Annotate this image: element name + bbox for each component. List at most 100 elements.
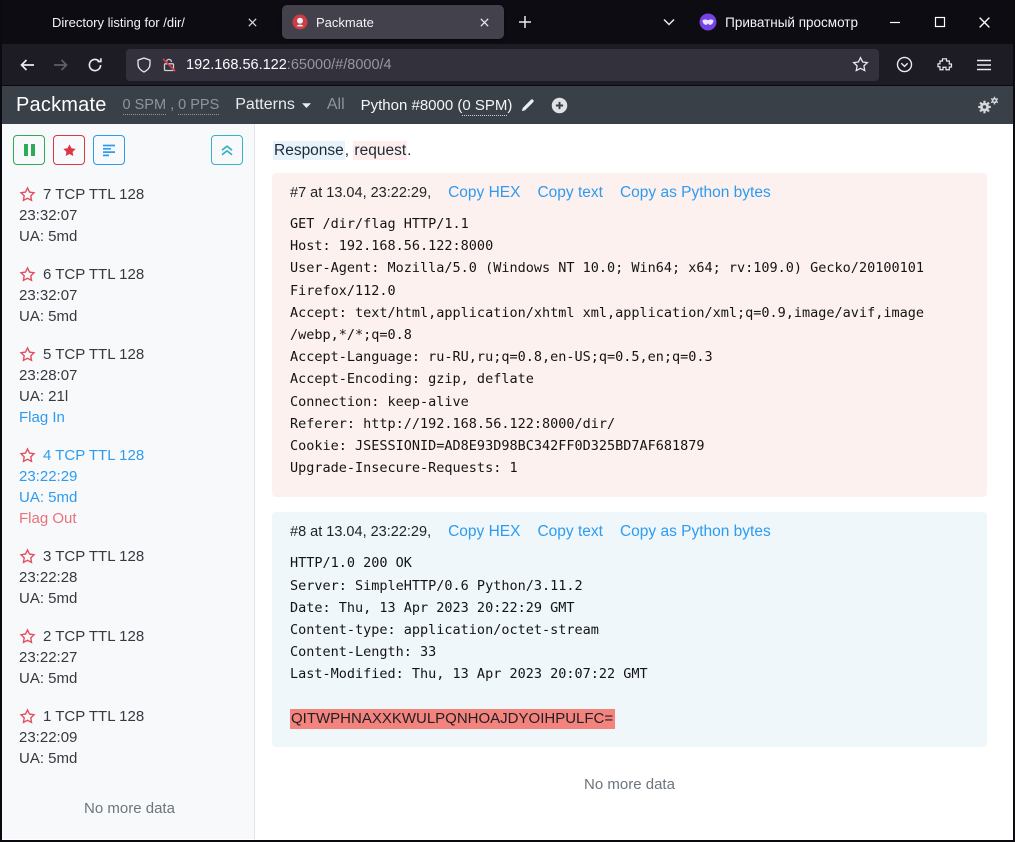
packmate-favicon (292, 14, 308, 30)
shield-icon[interactable] (136, 57, 152, 73)
sidebar-toolbar (2, 124, 254, 171)
double-chevron-up-icon (220, 143, 234, 157)
direction-legend: Response, request. (273, 142, 987, 160)
stream-list: 7 TCP TTL 128 23:32:07 UA: 5md 6 TCP TTL… (2, 171, 254, 839)
reload-button[interactable] (78, 49, 112, 81)
flag-out-link[interactable]: Flag Out (19, 508, 240, 529)
copy-hex-link[interactable]: Copy HEX (448, 523, 520, 541)
copy-text-link[interactable]: Copy text (537, 184, 602, 202)
favorites-filter-button[interactable] (53, 135, 85, 165)
favorite-star-icon[interactable] (19, 548, 36, 565)
legend-period: . (407, 142, 411, 159)
stream-time: 23:22:28 (19, 567, 240, 588)
pause-stream-button[interactable] (13, 135, 45, 165)
sidebar-no-more-data: No more data (19, 786, 240, 835)
stream-title[interactable]: 1 TCP TTL 128 (43, 706, 144, 727)
pps-stat: 0 PPS (178, 97, 219, 115)
packet-8-response: #8 at 13.04, 23:22:29, Copy HEX Copy tex… (272, 512, 987, 746)
patterns-dropdown[interactable]: Patterns (235, 96, 311, 114)
favorite-star-icon[interactable] (19, 447, 36, 464)
stream-title[interactable]: 3 TCP TTL 128 (43, 546, 144, 567)
menu-hamburger-icon[interactable] (967, 49, 1001, 81)
favorite-star-icon[interactable] (19, 708, 36, 725)
pocket-icon[interactable] (887, 49, 921, 81)
streams-sidebar: 7 TCP TTL 128 23:32:07 UA: 5md 6 TCP TTL… (2, 124, 255, 839)
browser-window: Directory listing for /dir/ Packmate (0, 0, 1015, 842)
close-window-button[interactable] (962, 0, 1007, 44)
copy-text-link[interactable]: Copy text (537, 523, 602, 541)
forward-button[interactable] (44, 49, 78, 81)
favorite-star-icon[interactable] (19, 266, 36, 283)
tab-close-icon[interactable] (474, 12, 494, 32)
stream-item-5[interactable]: 5 TCP TTL 128 23:28:07 UA: 21l Flag In (19, 344, 240, 428)
favorite-star-icon[interactable] (19, 186, 36, 203)
back-button[interactable] (10, 49, 44, 81)
stream-title[interactable]: 6 TCP TTL 128 (43, 264, 144, 285)
tab-close-icon[interactable] (242, 12, 262, 32)
legend-request: request (353, 141, 407, 160)
extensions-puzzle-icon[interactable] (927, 49, 961, 81)
copy-python-bytes-link[interactable]: Copy as Python bytes (620, 184, 771, 202)
app-brand[interactable]: Packmate (16, 94, 107, 117)
service-selector[interactable]: Python #8000 (0 SPM) (361, 97, 536, 114)
collapse-streams-button[interactable] (211, 135, 243, 165)
packet-header: #7 at 13.04, 23:22:29, Copy HEX Copy tex… (290, 184, 969, 202)
legend-response: Response (273, 141, 345, 160)
favorite-star-icon[interactable] (19, 346, 36, 363)
all-services-link[interactable]: All (327, 96, 345, 114)
stream-ua: UA: 5md (19, 487, 240, 508)
stream-item-3[interactable]: 3 TCP TTL 128 23:22:28 UA: 5md (19, 546, 240, 609)
stream-title[interactable]: 2 TCP TTL 128 (43, 626, 144, 647)
tab-directory-listing[interactable]: Directory listing for /dir/ (22, 5, 272, 39)
stream-ua: UA: 5md (19, 668, 240, 689)
add-service-button[interactable] (551, 97, 568, 114)
service-prefix: Python #8000 ( (361, 97, 463, 114)
url-bar[interactable]: 192.168.56.122:65000/#/8000/4 (126, 49, 879, 81)
stream-item-7[interactable]: 7 TCP TTL 128 23:32:07 UA: 5md (19, 184, 240, 247)
stream-time: 23:32:07 (19, 205, 240, 226)
stream-time: 23:32:07 (19, 285, 240, 306)
insecure-lock-icon[interactable] (161, 57, 177, 73)
tab-packmate[interactable]: Packmate (282, 5, 504, 39)
minimize-button[interactable] (872, 0, 917, 44)
copy-hex-link[interactable]: Copy HEX (448, 184, 520, 202)
list-view-button[interactable] (93, 135, 125, 165)
spm-stat: 0 SPM (123, 97, 167, 115)
stream-title[interactable]: 7 TCP TTL 128 (43, 184, 144, 205)
new-tab-button[interactable] (510, 7, 540, 37)
favorite-star-icon[interactable] (19, 628, 36, 645)
flag-in-link[interactable]: Flag In (19, 407, 240, 428)
url-text[interactable]: 192.168.56.122:65000/#/8000/4 (186, 57, 843, 73)
maximize-button[interactable] (917, 0, 962, 44)
stream-ua: UA: 5md (19, 226, 240, 247)
stream-ua: UA: 5md (19, 306, 240, 327)
stream-ua: UA: 21l (19, 386, 240, 407)
edit-pencil-icon[interactable] (520, 98, 535, 113)
caret-down-icon (302, 102, 311, 109)
service-suffix: ) (507, 97, 512, 114)
stream-item-4-selected[interactable]: 4 TCP TTL 128 23:22:29 UA: 5md Flag Out (19, 445, 240, 529)
copy-python-bytes-link[interactable]: Copy as Python bytes (620, 523, 771, 541)
stream-title[interactable]: 4 TCP TTL 128 (43, 445, 144, 466)
flag-match-line: QITWPHNAXXKWULPQNHOAJDYOIHPULFC= (290, 709, 969, 729)
list-all-tabs-button[interactable] (653, 7, 685, 37)
service-spm: 0 SPM (462, 97, 507, 116)
stream-title[interactable]: 5 TCP TTL 128 (43, 344, 144, 365)
stream-item-1[interactable]: 1 TCP TTL 128 23:22:09 UA: 5md (19, 706, 240, 769)
toolbar-right (887, 49, 1005, 81)
tab-title: Directory listing for /dir/ (32, 15, 234, 30)
app-content: 7 TCP TTL 128 23:32:07 UA: 5md 6 TCP TTL… (2, 124, 1013, 839)
stream-item-2[interactable]: 2 TCP TTL 128 23:22:27 UA: 5md (19, 626, 240, 689)
settings-gears-icon[interactable] (975, 96, 999, 115)
stream-item-6[interactable]: 6 TCP TTL 128 23:32:07 UA: 5md (19, 264, 240, 327)
window-controls (872, 0, 1007, 44)
packet-header: #8 at 13.04, 23:22:29, Copy HEX Copy tex… (290, 523, 969, 541)
bookmark-star-icon[interactable] (852, 56, 869, 73)
tab-strip: Directory listing for /dir/ Packmate (2, 0, 1013, 44)
stream-time: 23:22:29 (19, 466, 240, 487)
stream-time: 23:22:27 (19, 647, 240, 668)
service-name: Python #8000 (0 SPM) (361, 97, 513, 114)
private-mask-icon (699, 13, 717, 31)
packet-id: #8 at 13.04, 23:22:29, (290, 524, 431, 540)
patterns-label: Patterns (235, 96, 295, 114)
